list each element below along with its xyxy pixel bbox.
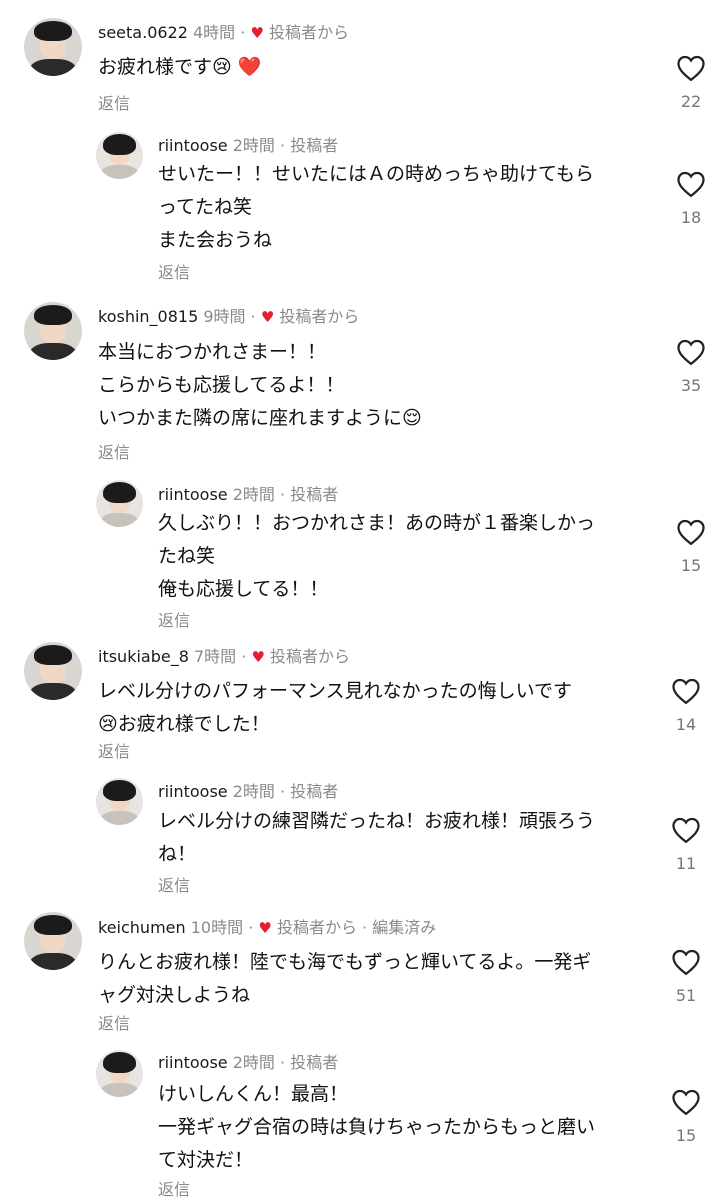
timestamp: 9時間 — [203, 307, 246, 326]
like-button[interactable]: 35 — [666, 338, 716, 395]
heart-outline-icon — [677, 55, 705, 82]
heart-outline-icon — [677, 171, 705, 198]
like-button[interactable]: 11 — [661, 816, 711, 873]
creator-badge: 投稿者から — [279, 307, 360, 326]
like-button[interactable]: 15 — [666, 518, 716, 575]
like-button[interactable]: 18 — [666, 170, 716, 227]
heart-outline-icon — [672, 949, 700, 976]
like-button[interactable]: 51 — [661, 948, 711, 1005]
timestamp: 2時間 — [232, 136, 275, 155]
avatar[interactable] — [24, 18, 82, 76]
comment-text: お疲れ様です😢 ❤️ — [98, 56, 262, 78]
heart-filled-icon: ♥ — [250, 24, 264, 42]
comment-text: 本当におつかれさまー！！ こらからも応援してるよ！！ いつかまた隣の席に座れます… — [98, 341, 422, 429]
like-count: 51 — [675, 986, 697, 1005]
creator-badge: 投稿者から — [270, 647, 351, 666]
like-button[interactable]: 15 — [661, 1088, 711, 1145]
comment-text: 久しぶり！！おつかれさま！あの時が１番楽しかっ たね笑 俺も応援してる！！ — [158, 512, 596, 600]
comment-text: せいたー！！せいたにはＡの時めっちゃ助けてもら ってたね笑 また会おうね — [158, 163, 595, 251]
comment-meta: riintoose 2時間 · 投稿者 — [158, 1053, 339, 1072]
avatar[interactable] — [96, 480, 143, 527]
username[interactable]: riintoose — [158, 782, 228, 801]
creator-badge: 投稿者 — [290, 782, 339, 801]
heart-outline-icon — [677, 519, 705, 546]
reply-button[interactable]: 返信 — [158, 607, 190, 631]
like-count: 35 — [680, 376, 702, 395]
creator-badge: 投稿者 — [290, 1053, 339, 1072]
username[interactable]: itsukiabe_8 — [98, 647, 189, 666]
like-button[interactable]: 14 — [661, 677, 711, 734]
comment-meta: seeta.0622 4時間 · ♥ 投稿者から — [98, 23, 350, 42]
reply-button[interactable]: 返信 — [158, 259, 190, 283]
avatar[interactable] — [24, 912, 82, 970]
like-count: 11 — [675, 854, 697, 873]
heart-outline-icon — [672, 678, 700, 705]
timestamp: 2時間 — [232, 782, 275, 801]
comment-meta: itsukiabe_8 7時間 · ♥ 投稿者から — [98, 647, 351, 666]
username[interactable]: riintoose — [158, 1053, 228, 1072]
timestamp: 4時間 — [193, 23, 236, 42]
comment-meta: koshin_0815 9時間 · ♥ 投稿者から — [98, 307, 360, 326]
timestamp: 2時間 — [232, 1053, 275, 1072]
heart-outline-icon — [677, 339, 705, 366]
heart-filled-icon: ♥ — [258, 919, 272, 937]
like-button[interactable]: 22 — [666, 54, 716, 111]
reply-button[interactable]: 返信 — [158, 1176, 190, 1200]
avatar[interactable] — [24, 302, 82, 360]
username[interactable]: keichumen — [98, 918, 186, 937]
comment-meta: keichumen 10時間 · ♥ 投稿者から · 編集済み — [98, 918, 437, 937]
timestamp: 7時間 — [193, 647, 237, 666]
like-count: 15 — [675, 1126, 697, 1145]
comment-meta: riintoose 2時間 · 投稿者 — [158, 782, 339, 801]
avatar[interactable] — [24, 642, 82, 700]
reply-button[interactable]: 返信 — [158, 872, 190, 896]
reply-button[interactable]: 返信 — [98, 439, 130, 463]
like-count: 15 — [680, 556, 702, 575]
heart-outline-icon — [672, 817, 700, 844]
heart-filled-icon: ♥ — [251, 648, 265, 666]
heart-filled-icon: ♥ — [260, 308, 275, 326]
like-count: 22 — [680, 92, 702, 111]
creator-badge: 投稿者 — [290, 485, 339, 504]
creator-badge: 投稿者から — [276, 918, 357, 937]
avatar[interactable] — [96, 778, 143, 825]
comment-text: レベル分けのパフォーマンス見れなかったの悔しいです 😢お疲れ様でした！ — [98, 680, 573, 735]
username[interactable]: riintoose — [158, 485, 228, 504]
creator-badge: 投稿者 — [290, 136, 339, 155]
like-count: 14 — [675, 715, 697, 734]
timestamp: 10時間 — [190, 918, 244, 937]
comment-text: りんとお疲れ様！陸でも海でもずっと輝いてるよ。一発ギ ャグ対決しようね — [98, 951, 592, 1006]
avatar[interactable] — [96, 132, 143, 179]
avatar[interactable] — [96, 1050, 143, 1097]
edited-label: · 編集済み — [362, 918, 437, 937]
comment-meta: riintoose 2時間 · 投稿者 — [158, 136, 339, 155]
reply-button[interactable]: 返信 — [98, 738, 130, 762]
like-count: 18 — [680, 208, 702, 227]
username[interactable]: koshin_0815 — [98, 307, 198, 326]
reply-button[interactable]: 返信 — [98, 1010, 130, 1034]
username[interactable]: riintoose — [158, 136, 228, 155]
reply-button[interactable]: 返信 — [98, 90, 130, 114]
comment-meta: riintoose 2時間 · 投稿者 — [158, 485, 339, 504]
creator-badge: 投稿者から — [269, 23, 350, 42]
username[interactable]: seeta.0622 — [98, 23, 188, 42]
comment-text: けいしんくん！最高！ 一発ギャグ合宿の時は負けちゃったからもっと磨い て対決だ！ — [158, 1083, 596, 1171]
heart-outline-icon — [672, 1089, 700, 1116]
timestamp: 2時間 — [232, 485, 275, 504]
comment-text: レベル分けの練習隣だったね！お疲れ様！頑張ろう ね！ — [158, 810, 596, 865]
